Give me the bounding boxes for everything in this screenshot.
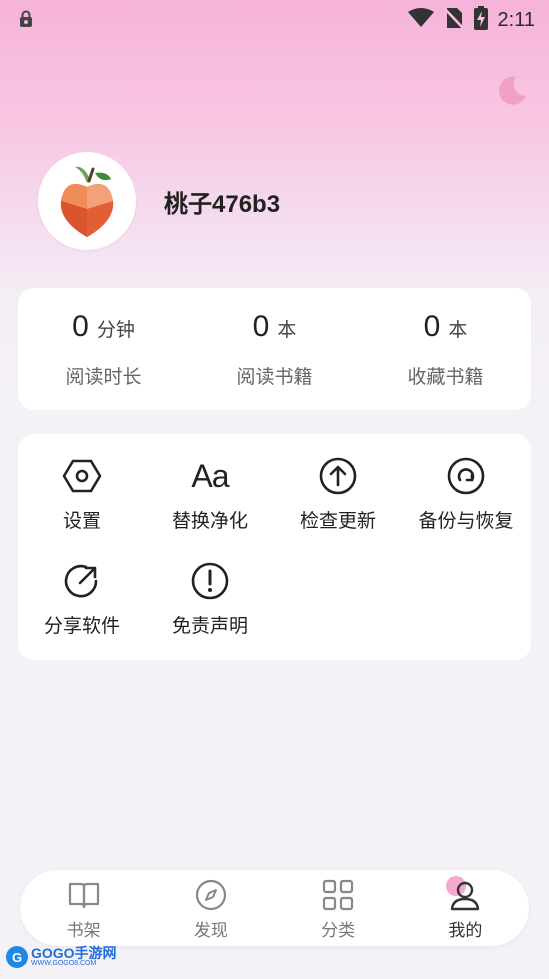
status-bar: 2:11 bbox=[0, 0, 549, 38]
arrow-up-circle-icon bbox=[318, 456, 358, 496]
exclamation-circle-icon bbox=[190, 561, 230, 601]
tab-label: 发现 bbox=[193, 921, 228, 941]
profile-header: 桃子476b3 bbox=[38, 152, 280, 250]
watermark-logo-icon: G bbox=[6, 946, 28, 968]
function-menu-card: 设置 Aa 替换净化 检查更新 备份与恢复 分享软件 免责声明 bbox=[18, 434, 531, 660]
book-icon bbox=[67, 878, 101, 912]
tab-bookshelf[interactable]: 书架 bbox=[20, 870, 147, 946]
stat-reading-time[interactable]: 0 分钟 阅读时长 bbox=[18, 288, 189, 410]
tab-label: 我的 bbox=[448, 921, 483, 941]
menu-label: 替换净化 bbox=[171, 510, 248, 532]
tab-label: 分类 bbox=[321, 921, 356, 941]
menu-replace-purify-button[interactable]: Aa 替换净化 bbox=[146, 456, 274, 533]
battery-charging-icon bbox=[473, 6, 488, 34]
stat-value: 0 bbox=[423, 310, 441, 343]
peach-logo-icon bbox=[60, 166, 114, 237]
menu-label: 检查更新 bbox=[299, 510, 376, 532]
stat-value: 0 bbox=[72, 310, 89, 343]
settings-hexagon-icon bbox=[62, 456, 102, 496]
avatar[interactable] bbox=[38, 152, 136, 250]
no-sim-icon bbox=[443, 7, 464, 33]
menu-label: 设置 bbox=[62, 510, 101, 532]
status-time: 2:11 bbox=[497, 8, 535, 31]
tab-mine[interactable]: 我的 bbox=[402, 870, 529, 946]
menu-label: 备份与恢复 bbox=[418, 510, 514, 532]
stat-unit: 本 bbox=[448, 319, 468, 341]
menu-backup-restore-button[interactable]: 备份与恢复 bbox=[402, 456, 530, 533]
menu-label: 免责声明 bbox=[171, 615, 248, 637]
reading-stats-card: 0 分钟 阅读时长 0 本 阅读书籍 0 本 收藏书籍 bbox=[18, 288, 531, 410]
username: 桃子476b3 bbox=[164, 190, 281, 218]
watermark-text: GOGO手游网 bbox=[31, 945, 117, 961]
stat-label: 阅读时长 bbox=[65, 366, 142, 388]
share-icon bbox=[62, 561, 102, 601]
night-mode-moon-icon[interactable] bbox=[494, 74, 528, 108]
user-icon bbox=[446, 876, 482, 912]
menu-settings-button[interactable]: 设置 bbox=[18, 456, 146, 533]
tab-discover[interactable]: 发现 bbox=[147, 870, 274, 946]
bottom-tab-bar: 书架 发现 分类 我的 bbox=[20, 870, 529, 946]
compass-icon bbox=[194, 878, 228, 912]
tab-label: 书架 bbox=[66, 921, 101, 941]
stat-unit: 分钟 bbox=[96, 319, 135, 341]
menu-share-app-button[interactable]: 分享软件 bbox=[18, 561, 146, 638]
stat-label: 收藏书籍 bbox=[407, 366, 484, 388]
tab-category[interactable]: 分类 bbox=[275, 870, 402, 946]
menu-check-update-button[interactable]: 检查更新 bbox=[274, 456, 402, 533]
stat-unit: 本 bbox=[277, 319, 297, 341]
wifi-icon bbox=[407, 8, 434, 32]
text-replace-icon: Aa bbox=[191, 457, 229, 494]
stat-books-read[interactable]: 0 本 阅读书籍 bbox=[189, 288, 360, 410]
stat-value: 0 bbox=[252, 310, 270, 343]
stat-label: 阅读书籍 bbox=[236, 366, 313, 388]
watermark-url: WWW.GOGO8.COM bbox=[31, 960, 97, 967]
menu-disclaimer-button[interactable]: 免责声明 bbox=[146, 561, 274, 638]
site-watermark: G GOGO手游网 WWW.GOGO8.COM bbox=[6, 946, 117, 968]
menu-label: 分享软件 bbox=[43, 615, 120, 637]
backup-restore-icon bbox=[446, 456, 486, 496]
lock-icon bbox=[18, 10, 34, 32]
grid-icon bbox=[321, 878, 355, 912]
stat-books-favorited[interactable]: 0 本 收藏书籍 bbox=[360, 288, 531, 410]
